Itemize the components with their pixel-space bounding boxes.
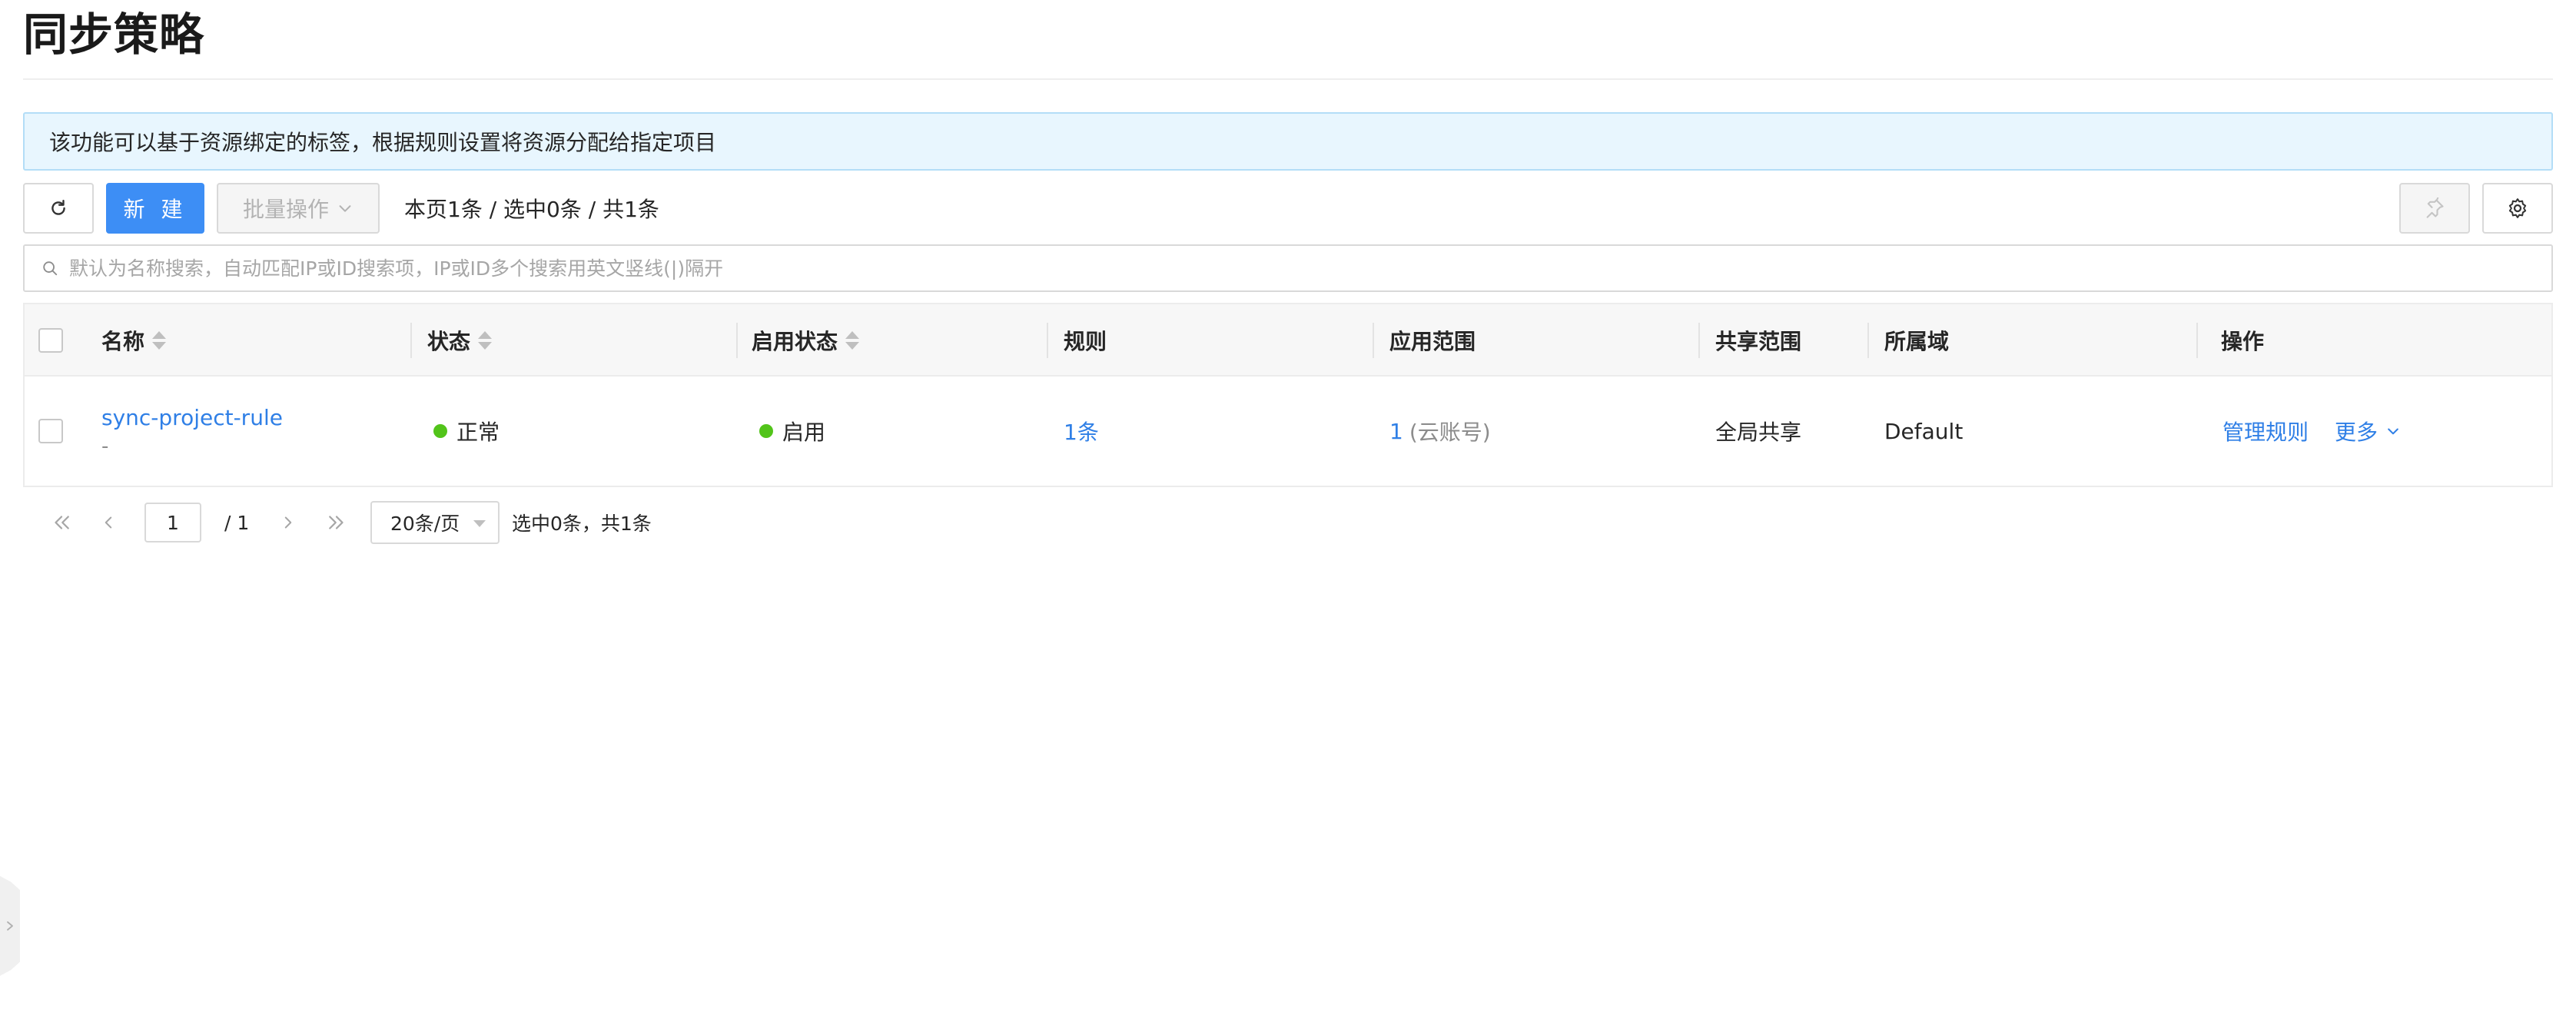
column-header-domain-label: 所属域 <box>1884 329 1950 354</box>
column-header-scope-label: 应用范围 <box>1389 329 1476 354</box>
chevron-right-icon <box>284 516 292 529</box>
chevron-down-icon <box>2388 428 2398 435</box>
info-banner: 该功能可以基于资源绑定的标签，根据规则设置将资源分配给指定项目 <box>23 112 2553 171</box>
manage-rules-link[interactable]: 管理规则 <box>2222 416 2309 446</box>
column-separator <box>2196 323 2198 358</box>
column-separator <box>1373 323 1374 358</box>
first-page-button[interactable] <box>48 507 75 538</box>
sort-icon[interactable] <box>845 331 860 350</box>
column-header-actions-label: 操作 <box>2221 329 2265 354</box>
column-header-name-label: 名称 <box>101 329 145 354</box>
column-header-rules-label: 规则 <box>1064 329 1107 354</box>
domain-text: Default <box>1884 418 1964 444</box>
more-actions-label: 更多 <box>2335 420 2378 445</box>
resource-description: - <box>101 434 109 458</box>
sort-icon[interactable] <box>478 331 493 350</box>
cell-enabled: 启用 <box>759 377 825 486</box>
more-actions-dropdown[interactable]: 更多 <box>2335 416 2401 446</box>
column-header-share-label: 共享范围 <box>1715 329 1802 354</box>
next-page-button[interactable] <box>277 507 300 538</box>
search-box[interactable] <box>23 244 2553 292</box>
refresh-button[interactable] <box>23 183 94 234</box>
previous-page-button[interactable] <box>97 507 120 538</box>
double-chevron-left-icon <box>55 516 69 529</box>
page-size-value: 20条/页 <box>390 513 460 535</box>
batch-actions-button[interactable]: 批量操作 <box>217 183 380 234</box>
column-header-enabled-label: 启用状态 <box>752 329 838 354</box>
page-size-select[interactable]: 20条/页 <box>370 501 500 544</box>
cell-rules: 1条 <box>1064 377 1099 486</box>
enabled-text: 启用 <box>782 420 826 445</box>
column-separator <box>410 323 412 358</box>
selection-summary: 本页1条 / 选中0条 / 共1条 <box>404 197 659 222</box>
cell-domain: Default <box>1884 377 1963 486</box>
column-separator <box>736 323 738 358</box>
select-all-cell <box>38 304 63 377</box>
cell-scope: 1 (云账号) <box>1389 377 1491 486</box>
title-divider <box>23 78 2553 80</box>
column-header-domain: 所属域 <box>1884 304 1949 377</box>
column-header-share: 共享范围 <box>1715 304 1801 377</box>
column-header-name[interactable]: 名称 <box>101 304 167 377</box>
pagination-status: 选中0条，共1条 <box>512 513 652 535</box>
double-chevron-right-icon <box>329 516 344 529</box>
caret-down-icon <box>473 520 486 527</box>
search-input[interactable] <box>69 257 2490 280</box>
status-text: 正常 <box>456 420 500 445</box>
column-header-status[interactable]: 状态 <box>427 304 493 377</box>
total-pages: / 1 <box>224 511 250 534</box>
chevron-right-icon <box>7 921 13 931</box>
sidebar-expand-handle[interactable] <box>0 876 20 976</box>
column-header-rules: 规则 <box>1064 304 1107 377</box>
data-table: 名称 状态 启用状态 规则 应用范围 共享范围 所属域 操作 sync-proj… <box>23 303 2553 487</box>
new-button[interactable]: 新 建 <box>106 183 204 234</box>
info-banner-text: 该功能可以基于资源绑定的标签，根据规则设置将资源分配给指定项目 <box>49 130 717 155</box>
refresh-icon <box>51 200 65 215</box>
sort-icon[interactable] <box>152 331 167 350</box>
batch-actions-label: 批量操作 <box>242 197 329 222</box>
page-title: 同步策略 <box>23 8 205 61</box>
column-separator <box>1698 323 1700 358</box>
settings-button[interactable] <box>2482 183 2553 234</box>
row-checkbox[interactable] <box>38 419 63 443</box>
column-header-status-label: 状态 <box>427 329 471 354</box>
cell-actions: 管理规则 更多 <box>2222 377 2401 486</box>
toolbar: 新 建 批量操作 本页1条 / 选中0条 / 共1条 <box>23 183 2553 234</box>
column-header-enabled[interactable]: 启用状态 <box>752 304 860 377</box>
chevron-left-icon <box>105 516 112 529</box>
column-separator <box>1867 323 1869 358</box>
column-header-scope: 应用范围 <box>1389 304 1476 377</box>
column-separator <box>1047 323 1048 358</box>
chevron-down-icon <box>339 205 351 212</box>
share-scope-text: 全局共享 <box>1715 420 1802 445</box>
search-icon <box>43 261 58 276</box>
page-number-input[interactable] <box>144 503 201 542</box>
pagination: / 1 20条/页 选中0条，共1条 <box>23 501 792 544</box>
table-header: 名称 状态 启用状态 规则 应用范围 共享范围 所属域 操作 <box>25 304 2551 377</box>
table-row: sync-project-rule - 正常 启用 1条 1 (云账号) 全局共… <box>25 377 2551 486</box>
pin-icon <box>2426 197 2444 218</box>
gear-icon <box>2508 198 2527 218</box>
column-header-actions: 操作 <box>2221 304 2264 377</box>
enabled-dot-icon <box>759 424 773 438</box>
cell-name: sync-project-rule - <box>101 377 283 486</box>
cell-status: 正常 <box>433 377 500 486</box>
resource-name-link[interactable]: sync-project-rule <box>101 405 283 430</box>
scope-unit: (云账号) <box>1409 420 1491 445</box>
cell-share: 全局共享 <box>1715 377 1801 486</box>
rules-count-link[interactable]: 1条 <box>1064 416 1099 446</box>
pin-button[interactable] <box>2399 183 2470 234</box>
select-all-checkbox[interactable] <box>38 328 63 353</box>
status-dot-icon <box>433 424 447 438</box>
row-select-cell <box>38 377 63 486</box>
last-page-button[interactable] <box>323 507 350 538</box>
scope-count-link[interactable]: 1 <box>1389 419 1403 444</box>
